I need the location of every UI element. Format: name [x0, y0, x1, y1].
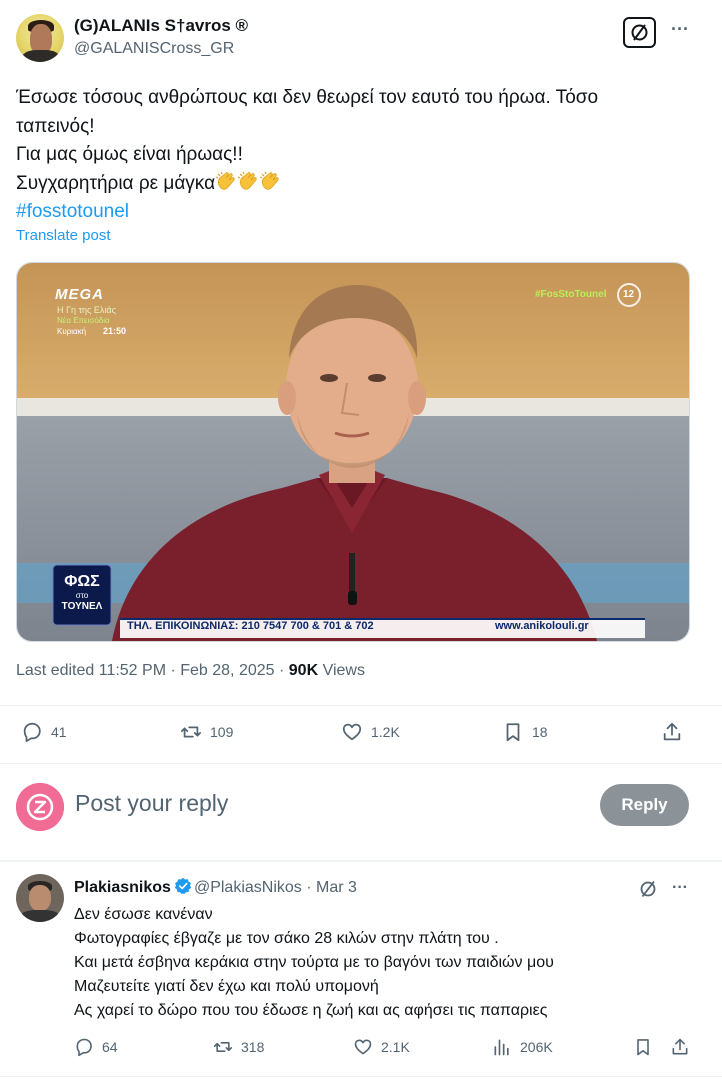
reply-bookmark-button[interactable] [633, 1037, 653, 1057]
tweet-line: ταπεινός! [16, 115, 95, 137]
tweet-line: Έσωσε τόσους ανθρώπους και δεν θεωρεί το… [16, 87, 599, 108]
grok-button[interactable] [637, 878, 659, 900]
share-button[interactable] [661, 721, 683, 743]
like-count: 2.1K [381, 1039, 410, 1055]
heart-icon [354, 1039, 372, 1055]
show-time: 21:50 [103, 326, 127, 336]
grok-button[interactable] [623, 17, 656, 48]
repost-icon [213, 1042, 233, 1052]
repost-count: 109 [210, 724, 234, 740]
tweet-line-with-emoji: Συγχαρητήρια ρε μάγκα [16, 170, 696, 199]
show-subtitle: Νέα Επεισόδια [57, 316, 110, 325]
show-title: Η Γη της Ελιάς [57, 305, 116, 315]
views-count: 206K [520, 1039, 553, 1055]
reply-header: Plakiasnikos @PlakiasNikos · Mar 3 [74, 877, 357, 897]
show-day: Κυριακή [57, 327, 87, 336]
hashtag-link[interactable]: #fosstotounel [16, 201, 129, 222]
repost-action[interactable]: 109 [180, 721, 233, 743]
repost-count: 318 [241, 1039, 265, 1055]
author-name[interactable]: (G)ALANIs S†avros ® [74, 16, 248, 36]
reply-count: 41 [51, 724, 67, 740]
tweet-text: Έσωσε τόσους ανθρώπους και δεν θεωρεί το… [16, 84, 696, 227]
reply-author-avatar[interactable] [16, 874, 64, 922]
divider [0, 705, 722, 706]
views-count: 90K [288, 662, 319, 679]
grok-icon [640, 880, 656, 898]
reply-icon [23, 722, 41, 743]
bookmark-icon [637, 1039, 649, 1056]
divider [0, 1076, 722, 1077]
program-logo-word1: ΦΩΣ [64, 573, 100, 590]
avatar-shirt [22, 50, 60, 62]
author-handle[interactable]: @GALANISCross_GR [74, 40, 234, 58]
age-rating: 12 [623, 289, 635, 300]
reply-count: 64 [102, 1039, 118, 1055]
reply-input[interactable]: Post your reply [75, 790, 228, 817]
share-icon [672, 1038, 688, 1055]
program-logo-word3: ΤΟΥΝΕΛ [61, 601, 103, 612]
tv-hashtag: #FosStoTounel [535, 289, 607, 300]
channel-logo: MEGA [55, 286, 104, 303]
like-count: 1.2K [371, 724, 400, 740]
tweet-line: Συγχαρητήρια ρε μάγκα [16, 172, 216, 194]
reply-share-button[interactable] [670, 1037, 690, 1057]
reply-line: Ας χαρεί το δώρο που του έδωσε η ζωή και… [74, 1002, 548, 1019]
reply-reply-action[interactable]: 64 [74, 1037, 118, 1057]
reply-repost-action[interactable]: 318 [213, 1037, 264, 1057]
avatar-body [20, 910, 60, 922]
program-logo-word2: στο [75, 591, 89, 600]
clap-emoji-icon [237, 171, 257, 190]
current-user-avatar[interactable] [16, 783, 64, 831]
reply-button[interactable]: Reply [600, 784, 689, 826]
current-user-logo-icon [16, 783, 64, 831]
reply-author-handle[interactable]: @PlakiasNikos [194, 879, 302, 896]
like-action[interactable]: 1.2K [341, 721, 400, 743]
reply-date[interactable]: Mar 3 [316, 879, 357, 896]
reply-line: Δεν έσωσε κανέναν [74, 906, 213, 923]
reply-icon [76, 1038, 92, 1057]
more-options-button[interactable]: ··· [668, 20, 692, 44]
views-label: Views [318, 662, 365, 679]
reply-line: Μαζευτείτε γιατί δεν έχω και πολύ υπομον… [74, 978, 379, 995]
bookmark-icon [506, 723, 520, 742]
more-icon: ··· [671, 19, 689, 39]
bookmark-count: 18 [532, 724, 548, 740]
tweet-line: Για μας όμως είναι ήρωας!! [16, 144, 243, 165]
heart-icon [342, 723, 362, 741]
reply-line: Και μετά έσβηνα κεράκια στην τούρτα με τ… [74, 954, 554, 971]
divider [0, 860, 722, 862]
clap-emoji-icon [259, 171, 279, 190]
ticker-phone: ΤΗΛ. ΕΠΙΚΟΙΝΩΝΙΑΣ: 210 7547 700 & 701 & … [127, 620, 374, 632]
ticker-website: www.anikolouli.gr [495, 620, 589, 632]
reply-like-action[interactable]: 2.1K [353, 1037, 410, 1057]
separator-dot: · [301, 879, 316, 896]
bookmark-action[interactable]: 18 [502, 721, 548, 743]
author-avatar[interactable] [16, 14, 64, 62]
reply-views-action[interactable]: 206K [492, 1037, 553, 1057]
grok-icon [631, 24, 648, 41]
views-icon [494, 1039, 509, 1056]
tv-frame-illustration [17, 263, 689, 641]
verified-badge-icon [174, 877, 192, 895]
reply-text: Δεν έσωσε κανέναν Φωτογραφίες έβγαζε με … [74, 903, 694, 1023]
repost-icon [180, 726, 202, 738]
reply-line: Φωτογραφίες έβγαζε με τον σάκο 28 κιλών … [74, 930, 499, 947]
share-icon [663, 722, 681, 741]
tweet-hashtag[interactable]: #fosstotounel [16, 198, 696, 227]
translate-post-link[interactable]: Translate post [16, 227, 111, 244]
more-icon: ··· [672, 879, 688, 896]
tweet-media-image[interactable]: MEGA Η Γη της Ελιάς Νέα Επεισόδια Κυριακ… [16, 262, 690, 642]
avatar-face [29, 885, 51, 911]
divider [0, 763, 722, 764]
reply-action[interactable]: 41 [21, 721, 67, 743]
clap-emoji-icon [215, 171, 235, 190]
tweet-meta: Last edited 11:52 PM · Feb 28, 2025 · 90… [16, 662, 365, 680]
timestamp[interactable]: Last edited 11:52 PM · Feb 28, 2025 · [16, 662, 289, 679]
reply-more-options-button[interactable]: ··· [670, 880, 690, 896]
reply-author-name[interactable]: Plakiasnikos [74, 879, 171, 896]
